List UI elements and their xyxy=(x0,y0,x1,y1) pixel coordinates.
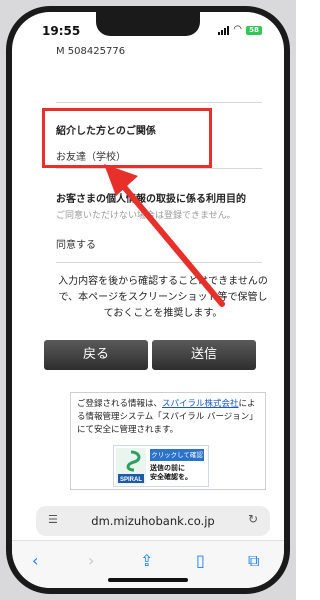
home-indicator xyxy=(108,578,188,582)
back-nav-icon[interactable]: ‹ xyxy=(32,551,38,570)
phone-frame: 19:55 ◠ 58 M 508425776 紹介した方とのご関係 お友達（学校… xyxy=(0,0,296,600)
address-bar[interactable]: ☰ dm.mizuhobank.co.jp ↻ xyxy=(36,506,270,536)
screen: 19:55 ◠ 58 M 508425776 紹介した方とのご関係 お友達（学校… xyxy=(12,12,284,588)
share-icon[interactable]: ⇪ xyxy=(140,551,153,570)
tabs-icon[interactable]: ⧉ xyxy=(248,551,259,571)
annotation-arrow-icon xyxy=(104,164,225,307)
url-text: dm.mizuhobank.co.jp xyxy=(91,514,215,528)
reload-icon[interactable]: ↻ xyxy=(248,512,258,526)
forward-nav-icon[interactable]: › xyxy=(88,551,94,570)
bookmarks-icon[interactable]: ▯ xyxy=(196,551,205,570)
